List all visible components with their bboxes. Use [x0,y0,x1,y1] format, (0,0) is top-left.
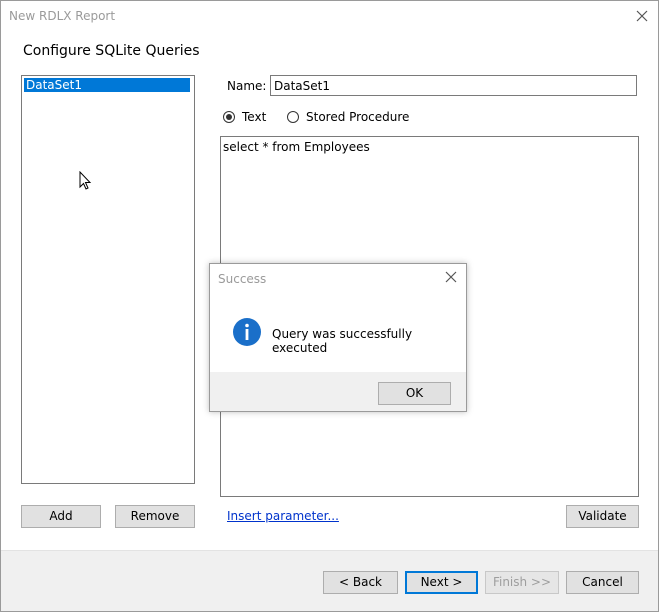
info-icon [233,318,261,346]
name-label: Name: [227,79,267,93]
dataset-list[interactable]: DataSet1 [21,75,195,484]
remove-button[interactable]: Remove [115,505,195,528]
dialog-message: Query was successfully executed [272,327,413,355]
name-input[interactable] [270,75,637,96]
validate-button[interactable]: Validate [566,505,639,528]
window-title: New RDLX Report [9,9,116,23]
mouse-cursor-icon [79,171,92,190]
back-button[interactable]: < Back [323,571,398,594]
text-radio[interactable] [223,111,235,123]
text-radio-label[interactable]: Text [242,110,266,124]
next-button[interactable]: Next > [405,571,478,594]
title-bar: New RDLX Report [1,1,658,33]
add-button[interactable]: Add [21,505,101,528]
page-title: Configure SQLite Queries [23,43,200,59]
cancel-button[interactable]: Cancel [566,571,639,594]
stored-procedure-radio[interactable] [287,111,299,123]
insert-parameter-link[interactable]: Insert parameter... [227,509,339,523]
dialog-title: Success [218,272,267,286]
close-icon[interactable] [633,7,651,25]
close-icon[interactable] [444,270,458,284]
list-item-dataset1[interactable]: DataSet1 [24,78,190,92]
new-report-window: New RDLX Report Configure SQLite Queries… [0,0,659,612]
ok-button[interactable]: OK [378,382,451,405]
success-dialog: Success Query was successfully executed … [209,263,467,412]
finish-button: Finish >> [485,571,559,594]
stored-procedure-radio-label[interactable]: Stored Procedure [306,110,409,124]
